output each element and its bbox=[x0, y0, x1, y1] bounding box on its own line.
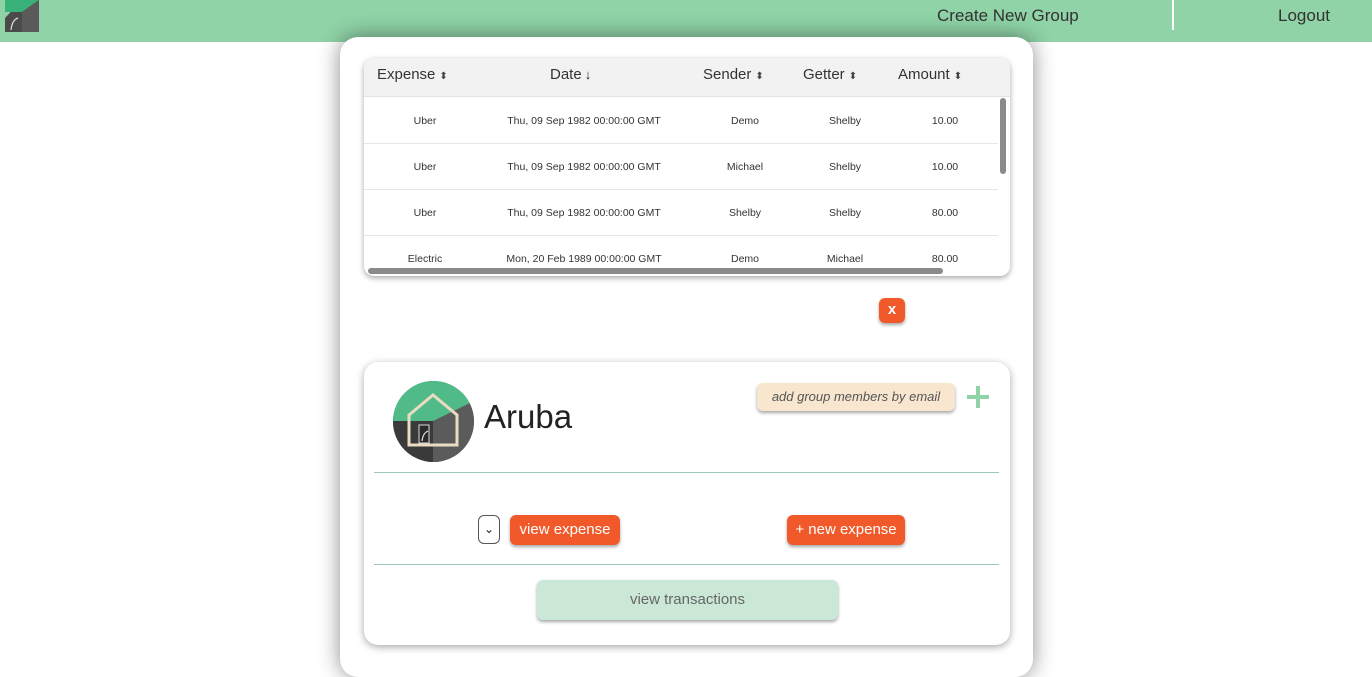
new-expense-button[interactable]: + new expense bbox=[787, 515, 905, 545]
cell-amount: 80.00 bbox=[931, 207, 959, 219]
cell-amount: 80.00 bbox=[931, 253, 959, 265]
cell-getter: Shelby bbox=[828, 207, 862, 219]
top-nav-bar: Create New Group Logout bbox=[0, 0, 1372, 42]
sort-icon: ⬍ bbox=[953, 71, 963, 82]
chevron-down-icon: ⌄ bbox=[483, 522, 495, 536]
vertical-scrollbar[interactable] bbox=[1000, 98, 1006, 174]
column-header-label: Sender bbox=[703, 66, 752, 83]
close-button[interactable]: x bbox=[879, 298, 905, 323]
column-header-sender[interactable]: Sender ⬍ bbox=[703, 66, 764, 83]
add-member-email-input[interactable]: add group members by email bbox=[757, 383, 955, 411]
cell-sender: Shelby bbox=[728, 207, 762, 219]
table-row[interactable]: Uber Thu, 09 Sep 1982 00:00:00 GMT Demo … bbox=[364, 98, 998, 144]
cell-amount: 10.00 bbox=[931, 161, 959, 173]
cell-getter: Shelby bbox=[828, 115, 862, 127]
expense-select[interactable]: ⌄ bbox=[478, 515, 500, 544]
group-name: Aruba bbox=[484, 398, 573, 435]
divider bbox=[374, 472, 999, 473]
group-avatar bbox=[393, 381, 474, 462]
table-header: Expense ⬍ Date ↓ Sender ⬍ Getter ⬍ Amount ⬍ bbox=[364, 58, 1010, 97]
cell-sender: Demo bbox=[730, 253, 759, 265]
sort-icon: ⬍ bbox=[848, 71, 858, 82]
house-logo-icon[interactable] bbox=[5, 0, 39, 32]
cell-sender: Demo bbox=[730, 115, 759, 127]
column-header-label: Expense bbox=[377, 66, 436, 83]
sort-icon: ⬍ bbox=[439, 71, 448, 82]
cell-amount: 10.00 bbox=[931, 115, 959, 127]
cell-expense: Uber bbox=[413, 161, 437, 173]
column-header-label: Getter bbox=[803, 66, 845, 83]
cell-expense: Uber bbox=[413, 207, 437, 219]
nav-divider bbox=[1172, 0, 1174, 30]
group-card: Aruba add group members by email ⌄ view … bbox=[364, 362, 1010, 645]
table-row[interactable]: Uber Thu, 09 Sep 1982 00:00:00 GMT Micha… bbox=[364, 144, 998, 190]
column-header-expense[interactable]: Expense ⬍ bbox=[377, 66, 448, 83]
cell-date: Thu, 09 Sep 1982 00:00:00 GMT bbox=[507, 161, 661, 173]
cell-date: Thu, 09 Sep 1982 00:00:00 GMT bbox=[507, 115, 661, 127]
cell-date: Thu, 09 Sep 1982 00:00:00 GMT bbox=[507, 207, 661, 219]
sort-icon: ⬍ bbox=[755, 71, 764, 82]
expense-table: Expense ⬍ Date ↓ Sender ⬍ Getter ⬍ Amount ⬍ U… bbox=[364, 58, 1010, 276]
add-member-plus-icon[interactable] bbox=[965, 382, 991, 412]
horizontal-scrollbar[interactable] bbox=[368, 268, 943, 274]
divider bbox=[374, 564, 999, 565]
column-header-amount[interactable]: Amount ⬍ bbox=[898, 66, 962, 83]
sort-descending-icon: ↓ bbox=[584, 67, 592, 82]
cell-getter: Michael bbox=[826, 253, 864, 265]
cell-sender: Michael bbox=[726, 161, 764, 173]
cell-getter: Shelby bbox=[828, 161, 862, 173]
column-header-getter[interactable]: Getter ⬍ bbox=[803, 66, 857, 83]
create-new-group-link[interactable]: Create New Group bbox=[937, 6, 1079, 26]
column-header-date[interactable]: Date ↓ bbox=[550, 66, 591, 83]
logout-link[interactable]: Logout bbox=[1278, 6, 1330, 26]
cell-date: Mon, 20 Feb 1989 00:00:00 GMT bbox=[506, 253, 662, 265]
column-header-label: Amount bbox=[898, 66, 950, 83]
view-transactions-button[interactable]: view transactions bbox=[537, 580, 838, 620]
cell-expense: Uber bbox=[413, 115, 437, 127]
table-row[interactable]: Uber Thu, 09 Sep 1982 00:00:00 GMT Shelb… bbox=[364, 190, 998, 236]
cell-expense: Electric bbox=[407, 253, 443, 265]
view-expense-button[interactable]: view expense bbox=[510, 515, 620, 545]
column-header-label: Date bbox=[550, 66, 582, 83]
